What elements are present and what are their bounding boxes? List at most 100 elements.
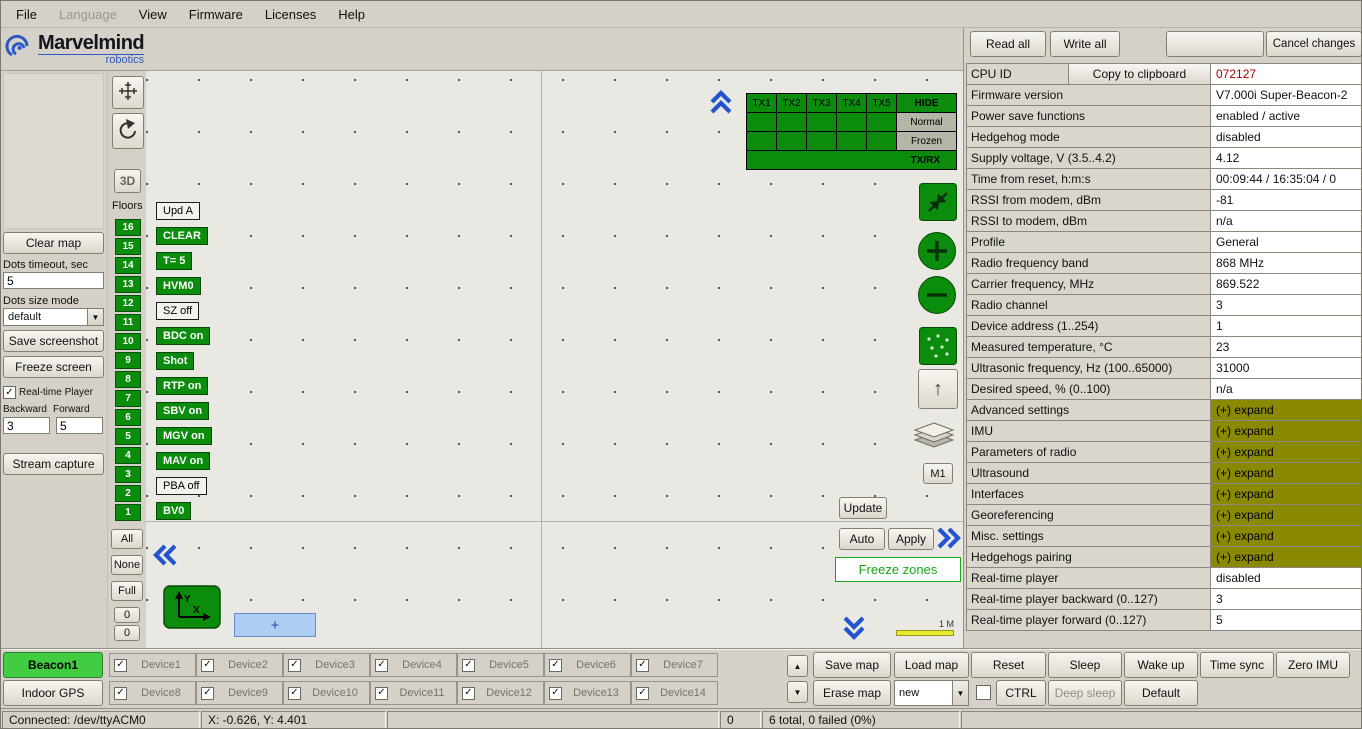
property-value[interactable]: 869.522 <box>1211 274 1362 295</box>
zoom-out-icon[interactable] <box>917 275 957 318</box>
map-toggle-mgv-on[interactable]: MGV on <box>156 427 212 445</box>
tx-header-tx3[interactable]: TX3 <box>807 94 837 113</box>
load-map-button[interactable]: Load map <box>894 652 969 678</box>
device-cell-device9[interactable]: ✓Device9 <box>196 681 283 705</box>
property-value[interactable]: General <box>1211 232 1362 253</box>
tx-cell-row1-tx4[interactable] <box>837 113 867 132</box>
tx-cell-row2-tx2[interactable] <box>777 132 807 151</box>
device-checkbox-device14[interactable]: ✓ <box>636 687 649 700</box>
floor-button-10[interactable]: 10 <box>115 333 141 350</box>
zoom-in-icon[interactable] <box>917 231 957 274</box>
map-toggle-upd-a[interactable]: Upd A <box>156 202 200 220</box>
property-value[interactable]: 1 <box>1211 316 1362 337</box>
floor-button-3[interactable]: 3 <box>115 466 141 483</box>
device-cell-device1[interactable]: ✓Device1 <box>109 653 196 677</box>
floor-button-15[interactable]: 15 <box>115 238 141 255</box>
map-toggle-shot[interactable]: Shot <box>156 352 194 370</box>
floor-button-6[interactable]: 6 <box>115 409 141 426</box>
device-checkbox-device10[interactable]: ✓ <box>288 687 301 700</box>
floor-button-8[interactable]: 8 <box>115 371 141 388</box>
zoom-fit-icon[interactable] <box>919 183 957 224</box>
menu-item-view[interactable]: View <box>128 3 178 26</box>
device-checkbox-device3[interactable]: ✓ <box>288 659 301 672</box>
menu-item-file[interactable]: File <box>5 3 48 26</box>
pan-left-icon[interactable] <box>151 541 179 569</box>
dots-size-select[interactable]: default ▼ <box>3 308 104 326</box>
tx-cell-row1-tx3[interactable] <box>807 113 837 132</box>
write-all-button[interactable]: Write all <box>1050 31 1120 57</box>
map-toggle-pba-off[interactable]: PBA off <box>156 477 207 495</box>
device-cell-device6[interactable]: ✓Device6 <box>544 653 631 677</box>
property-value[interactable]: disabled <box>1211 127 1362 148</box>
property-value[interactable]: -81 <box>1211 190 1362 211</box>
map-select-dropdown[interactable]: new ▼ <box>894 680 969 706</box>
property-value[interactable]: (+) expand <box>1211 463 1362 484</box>
floors-full-button[interactable]: Full <box>111 581 143 601</box>
freeze-screen-button[interactable]: Freeze screen <box>3 356 104 378</box>
forward-input[interactable] <box>56 417 103 434</box>
ctrl-button[interactable]: CTRL <box>996 680 1046 706</box>
floors-none-button[interactable]: None <box>111 555 143 575</box>
time-sync-button[interactable]: Time sync <box>1200 652 1274 678</box>
indoor-gps-button[interactable]: Indoor GPS <box>3 680 103 706</box>
backward-input[interactable] <box>3 417 50 434</box>
dots-mode-icon[interactable] <box>919 327 957 368</box>
tx-cell-row2-tx1[interactable] <box>747 132 777 151</box>
move-up-button[interactable]: ↑ <box>918 369 958 409</box>
property-value[interactable]: V7.000i Super-Beacon-2 <box>1211 85 1362 106</box>
property-value[interactable]: (+) expand <box>1211 526 1362 547</box>
tx-cell-row2-tx4[interactable] <box>837 132 867 151</box>
tx-hide-button[interactable]: HIDE <box>897 94 957 113</box>
pan-tool-button[interactable] <box>112 76 144 109</box>
property-value[interactable]: enabled / active <box>1211 106 1362 127</box>
tx-header-tx5[interactable]: TX5 <box>867 94 897 113</box>
tx-cell-row1-tx2[interactable] <box>777 113 807 132</box>
property-value[interactable]: n/a <box>1211 379 1362 400</box>
tx-row-label-frozen[interactable]: Frozen <box>897 132 957 151</box>
device-checkbox-device7[interactable]: ✓ <box>636 659 649 672</box>
pan-right-icon[interactable] <box>935 524 963 552</box>
floor-button-2[interactable]: 2 <box>115 485 141 502</box>
device-checkbox-device12[interactable]: ✓ <box>462 687 475 700</box>
menu-item-firmware[interactable]: Firmware <box>178 3 254 26</box>
erase-map-button[interactable]: Erase map <box>813 680 891 706</box>
device-cell-device3[interactable]: ✓Device3 <box>283 653 370 677</box>
clear-map-button[interactable]: Clear map <box>3 232 104 254</box>
auto-button[interactable]: Auto <box>839 528 885 550</box>
floor-button-16[interactable]: 16 <box>115 219 141 236</box>
sleep-button[interactable]: Sleep <box>1048 652 1122 678</box>
device-cell-device13[interactable]: ✓Device13 <box>544 681 631 705</box>
floor-button-12[interactable]: 12 <box>115 295 141 312</box>
tx-row-label-normal[interactable]: Normal <box>897 113 957 132</box>
beacon1-button[interactable]: Beacon1 <box>3 652 103 678</box>
menu-item-licenses[interactable]: Licenses <box>254 3 327 26</box>
tx-cell-row1-tx5[interactable] <box>867 113 897 132</box>
reset-button[interactable]: Reset <box>971 652 1046 678</box>
device-cell-device11[interactable]: ✓Device11 <box>370 681 457 705</box>
zero-imu-button[interactable]: Zero IMU <box>1276 652 1350 678</box>
default-button[interactable]: Default <box>1124 680 1198 706</box>
tx-header-tx4[interactable]: TX4 <box>837 94 867 113</box>
device-checkbox-device13[interactable]: ✓ <box>549 687 562 700</box>
property-value[interactable]: disabled <box>1211 568 1362 589</box>
floor-button-11[interactable]: 11 <box>115 314 141 331</box>
device-checkbox-device5[interactable]: ✓ <box>462 659 475 672</box>
save-map-button[interactable]: Save map <box>813 652 891 678</box>
cancel-changes-button[interactable]: Cancel changes <box>1266 31 1362 57</box>
freeze-zones-button[interactable]: Freeze zones <box>835 557 961 582</box>
menu-item-language[interactable]: Language <box>48 3 128 26</box>
device-checkbox-device6[interactable]: ✓ <box>549 659 562 672</box>
property-value[interactable]: 3 <box>1211 295 1362 316</box>
map-toggle-sz-off[interactable]: SZ off <box>156 302 199 320</box>
menu-item-help[interactable]: Help <box>327 3 376 26</box>
map-toggle-mav-on[interactable]: MAV on <box>156 452 210 470</box>
property-value[interactable]: 5 <box>1211 610 1362 631</box>
device-cell-device2[interactable]: ✓Device2 <box>196 653 283 677</box>
pan-up-icon[interactable] <box>707 88 735 116</box>
property-value[interactable]: (+) expand <box>1211 400 1362 421</box>
map-toggle-rtp-on[interactable]: RTP on <box>156 377 208 395</box>
dots-timeout-input[interactable] <box>3 272 104 289</box>
layers-icon[interactable] <box>912 421 956 454</box>
property-value[interactable]: (+) expand <box>1211 505 1362 526</box>
property-value[interactable]: (+) expand <box>1211 421 1362 442</box>
